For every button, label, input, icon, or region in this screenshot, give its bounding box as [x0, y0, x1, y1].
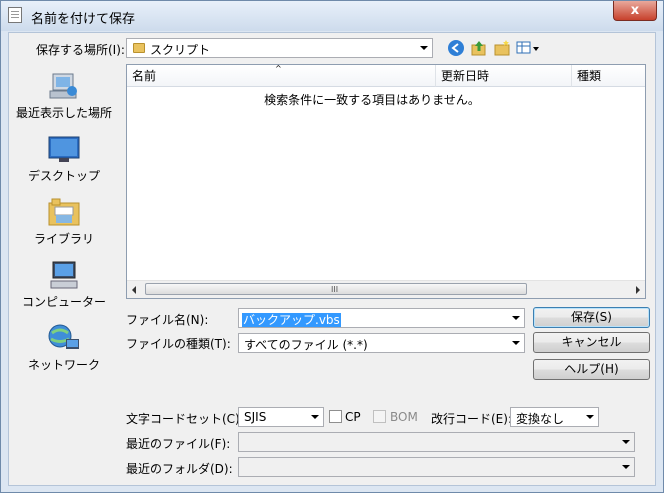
cp-checkbox[interactable] — [329, 410, 342, 423]
back-arrow-icon[interactable] — [447, 39, 465, 57]
chevron-down-icon[interactable] — [508, 334, 524, 352]
filetype-label: ファイルの種類(T): — [126, 337, 231, 351]
file-list[interactable]: 名前 ^ 更新日時 種類 検索条件に一致する項目はありません。 III — [126, 64, 646, 299]
network-icon — [47, 323, 81, 353]
scroll-right-icon[interactable] — [636, 286, 640, 294]
newline-label: 改行コード(E): — [431, 412, 512, 426]
filename-field[interactable]: バックアップ.vbs — [238, 308, 525, 328]
save-button[interactable]: 保存(S) — [533, 307, 650, 328]
chevron-down-icon[interactable] — [307, 408, 323, 426]
place-label: コンピューター — [21, 295, 106, 309]
view-menu-icon[interactable] — [516, 39, 542, 57]
desktop-icon — [47, 134, 81, 164]
place-network[interactable]: ネットワーク — [9, 323, 119, 373]
filetype-dropdown[interactable]: すべてのファイル (*.*) — [238, 333, 525, 353]
filetype-value: すべてのファイル (*.*) — [244, 338, 368, 352]
chevron-down-icon[interactable] — [618, 433, 634, 451]
save-as-dialog: 名前を付けて保存 x 保存する場所(I): スクリプト 最近表示した場所 デスク… — [0, 0, 664, 493]
libraries-icon — [47, 197, 81, 227]
place-desktop[interactable]: デスクトップ — [9, 134, 119, 184]
place-label: ネットワーク — [27, 358, 100, 372]
recent-files-dropdown[interactable] — [238, 432, 635, 452]
recent-folders-dropdown[interactable] — [238, 457, 635, 477]
filename-label: ファイル名(N): — [126, 313, 209, 327]
sort-ascending-icon: ^ — [275, 64, 282, 73]
place-recent[interactable]: 最近表示した場所 — [9, 71, 119, 121]
empty-message: 検索条件に一致する項目はありません。 — [264, 93, 480, 107]
title-bar[interactable]: 名前を付けて保存 x — [1, 1, 663, 31]
folder-icon — [133, 43, 145, 53]
chevron-down-icon[interactable] — [582, 408, 598, 426]
place-computer[interactable]: コンピューター — [9, 260, 119, 310]
cp-label: CP — [345, 410, 361, 424]
dialog-body: 保存する場所(I): スクリプト 最近表示した場所 デスクトップ ライブラリ コ… — [8, 32, 656, 486]
bom-label: BOM — [390, 410, 418, 424]
chevron-down-icon[interactable] — [416, 39, 432, 57]
encoding-label: 文字コードセット(C): — [126, 412, 244, 426]
place-label: ライブラリ — [33, 232, 94, 246]
filename-value: バックアップ.vbs — [242, 313, 341, 327]
place-label: デスクトップ — [27, 169, 100, 183]
close-button[interactable]: x — [613, 1, 657, 21]
location-value: スクリプト — [150, 43, 211, 57]
notepad-icon — [8, 7, 22, 23]
recent-files-label: 最近のファイル(F): — [126, 437, 231, 451]
column-header-modified[interactable]: 更新日時 — [436, 65, 572, 87]
window-title: 名前を付けて保存 — [31, 12, 136, 27]
computer-icon — [47, 260, 81, 290]
bom-checkbox[interactable] — [373, 410, 386, 423]
cancel-button[interactable]: キャンセル — [533, 332, 650, 353]
newline-value: 変換なし — [516, 412, 565, 426]
scroll-thumb[interactable]: III — [145, 283, 527, 295]
up-folder-icon[interactable] — [470, 39, 488, 57]
chevron-down-icon[interactable] — [618, 458, 634, 476]
column-header-name[interactable]: 名前 ^ — [127, 65, 436, 87]
location-label: 保存する場所(I): — [36, 43, 125, 57]
encoding-dropdown[interactable]: SJIS — [238, 407, 324, 427]
place-label: 最近表示した場所 — [15, 106, 112, 120]
chevron-down-icon[interactable] — [508, 309, 524, 327]
recent-places-icon — [47, 71, 81, 101]
places-bar: 最近表示した場所 デスクトップ ライブラリ コンピューター ネットワーク — [9, 61, 119, 381]
recent-folders-label: 最近のフォルダ(D): — [126, 462, 233, 476]
place-libraries[interactable]: ライブラリ — [9, 197, 119, 247]
newline-dropdown[interactable]: 変換なし — [510, 407, 599, 427]
new-folder-icon[interactable] — [493, 39, 511, 57]
horizontal-scrollbar[interactable]: III — [127, 280, 645, 298]
help-button[interactable]: ヘルプ(H) — [533, 359, 650, 380]
column-header-type[interactable]: 種類 — [572, 65, 645, 87]
encoding-value: SJIS — [244, 410, 267, 424]
scroll-left-icon[interactable] — [132, 286, 136, 294]
location-dropdown[interactable]: スクリプト — [126, 38, 433, 58]
